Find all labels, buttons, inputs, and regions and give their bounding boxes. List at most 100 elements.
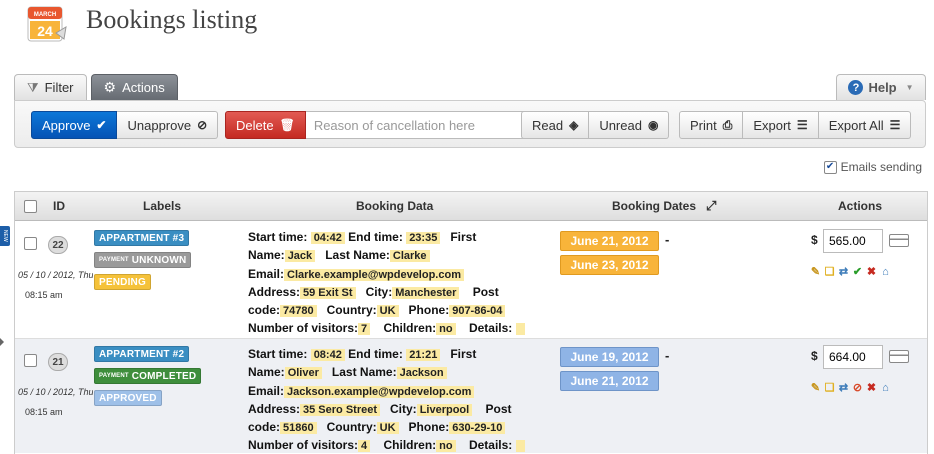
credit-card-icon[interactable] bbox=[889, 234, 909, 247]
header-booking-data: Booking Data bbox=[356, 199, 434, 213]
read-button[interactable]: Read ◈ bbox=[521, 111, 590, 139]
country: UK bbox=[376, 422, 399, 435]
change-resource-icon[interactable]: ⇄ bbox=[838, 383, 849, 394]
details bbox=[515, 440, 525, 453]
booking-data: Start time: 04:42 End time: 23:35 First … bbox=[248, 229, 538, 339]
credit-card-icon[interactable] bbox=[889, 350, 909, 363]
note-icon[interactable]: ❏ bbox=[824, 267, 835, 278]
booking-status-label[interactable]: APPROVED bbox=[94, 390, 162, 406]
address: 35 Sero Street bbox=[300, 403, 380, 416]
booking-date-end[interactable]: June 23, 2012 bbox=[560, 255, 659, 275]
help-button[interactable]: ? Help ▼ bbox=[836, 74, 926, 100]
table-row: 21 05 / 10 / 2012, Thu 08:15 am APPARTME… bbox=[15, 338, 927, 453]
header-booking-dates: Booking Dates bbox=[612, 199, 697, 213]
cost-input[interactable] bbox=[823, 229, 883, 253]
export-button[interactable]: Export ☰ bbox=[743, 111, 819, 139]
payment-request-icon[interactable]: ⌂ bbox=[880, 383, 891, 394]
list-icon: ☰ bbox=[889, 118, 901, 132]
resource-label[interactable]: APPARTMENT #2 bbox=[94, 346, 190, 362]
resource-label[interactable]: APPARTMENT #3 bbox=[94, 230, 190, 246]
country: UK bbox=[376, 305, 399, 318]
approve-button[interactable]: Approve ✔ bbox=[31, 111, 118, 139]
visitors: 4 bbox=[358, 440, 371, 453]
delete-icon[interactable]: ✖ bbox=[866, 383, 877, 394]
booking-created-date: 05 / 10 / 2012, Thu bbox=[18, 270, 93, 280]
export-all-button[interactable]: Export All ☰ bbox=[818, 111, 912, 139]
export-label: Export bbox=[753, 117, 791, 133]
details bbox=[515, 323, 525, 336]
tab-filter[interactable]: ⧩ Filter bbox=[14, 74, 87, 100]
edit-icon[interactable]: ✎ bbox=[810, 383, 821, 394]
start-time: 08:42 bbox=[310, 349, 345, 361]
ban-icon: ⊘ bbox=[197, 118, 208, 132]
row-checkbox[interactable] bbox=[24, 237, 37, 250]
last-name: Jackson bbox=[396, 367, 447, 380]
eye-icon: ◉ bbox=[647, 118, 659, 132]
delete-icon[interactable]: ✖ bbox=[866, 267, 877, 278]
calendar-month: MARCH bbox=[34, 12, 56, 18]
emails-sending-toggle[interactable]: ✔ Emails sending bbox=[823, 160, 922, 174]
booking-status-label[interactable]: PENDING bbox=[94, 274, 151, 290]
booking-data: Start time: 08:42 End time: 21:21 First … bbox=[248, 346, 538, 454]
emails-sending-checkbox[interactable]: ✔ bbox=[823, 160, 837, 174]
header-id: ID bbox=[53, 199, 65, 213]
children: no bbox=[436, 323, 456, 336]
row-checkbox[interactable] bbox=[24, 354, 37, 367]
select-all-checkbox[interactable] bbox=[24, 200, 37, 213]
note-icon[interactable]: ❏ bbox=[824, 383, 835, 394]
filter-icon: ⧩ bbox=[27, 79, 39, 95]
last-name: Clarke bbox=[389, 250, 430, 263]
payment-request-icon[interactable]: ⌂ bbox=[880, 267, 891, 278]
city: Liverpool bbox=[416, 403, 473, 416]
calendar-day: 24 bbox=[37, 23, 53, 39]
post-code: 74780 bbox=[280, 305, 317, 318]
help-label: Help bbox=[868, 80, 897, 95]
booking-date-start[interactable]: June 19, 2012 bbox=[560, 347, 659, 367]
booking-created-time: 08:15 am bbox=[25, 290, 63, 300]
read-group: Read ◈ Unread ◉ bbox=[521, 111, 670, 139]
header-labels: Labels bbox=[143, 199, 182, 213]
cost-input[interactable] bbox=[823, 345, 883, 369]
bookings-table: ID Labels Booking Data Booking Dates ⤢ A… bbox=[14, 191, 928, 454]
print-button[interactable]: Print ⎙ bbox=[679, 111, 744, 139]
unread-label: Unread bbox=[599, 117, 642, 133]
approve-icon[interactable]: ✔ bbox=[852, 267, 863, 278]
currency-symbol: $ bbox=[811, 349, 818, 363]
payment-status-label[interactable]: PAYMENT COMPLETED bbox=[94, 368, 202, 384]
city: Manchester bbox=[392, 286, 460, 299]
email: Jackson.example@wpdevelop.com bbox=[284, 385, 475, 398]
unapprove-button[interactable]: Unapprove ⊘ bbox=[117, 111, 219, 139]
read-label: Read bbox=[532, 117, 564, 133]
chevron-down-icon: ▼ bbox=[905, 83, 914, 92]
export-all-label: Export All bbox=[828, 117, 884, 133]
delete-button[interactable]: Delete 🗑 bbox=[225, 111, 306, 139]
change-resource-icon[interactable]: ⇄ bbox=[838, 267, 849, 278]
unread-button[interactable]: Unread ◉ bbox=[589, 111, 670, 139]
edit-icon[interactable]: ✎ bbox=[810, 267, 821, 278]
table-row: 22 05 / 10 / 2012, Thu 08:15 am APPARTME… bbox=[15, 222, 927, 337]
booking-date-start[interactable]: June 21, 2012 bbox=[560, 231, 659, 251]
page-title: Bookings listing bbox=[86, 5, 258, 34]
eye-slash-icon: ◈ bbox=[569, 118, 579, 132]
check-icon: ✔ bbox=[96, 118, 107, 132]
help-icon: ? bbox=[848, 80, 864, 95]
trash-icon: 🗑 bbox=[279, 118, 295, 132]
collapse-arrow-icon[interactable] bbox=[0, 338, 4, 346]
payment-status-value: COMPLETED bbox=[131, 370, 197, 382]
booking-date-end[interactable]: June 21, 2012 bbox=[560, 371, 659, 391]
phone: 907-86-04 bbox=[449, 305, 506, 318]
tab-actions[interactable]: ⚙ Actions bbox=[90, 74, 178, 100]
booking-created-date: 05 / 10 / 2012, Thu bbox=[18, 387, 93, 397]
approve-label: Approve bbox=[42, 117, 91, 133]
gears-icon: ⚙ bbox=[103, 79, 117, 95]
expand-icon[interactable]: ⤢ bbox=[706, 198, 716, 214]
email: Clarke.example@wpdevelop.com bbox=[284, 268, 464, 281]
print-label: Print bbox=[690, 117, 717, 133]
calendar-icon: MARCH 24 bbox=[26, 3, 68, 43]
payment-status-label[interactable]: PAYMENT UNKNOWN bbox=[94, 252, 192, 268]
unapprove-icon[interactable]: ⊘ bbox=[852, 383, 863, 394]
row-action-icons: ✎ ❏ ⇄ ⊘ ✖ ⌂ bbox=[810, 383, 891, 394]
date-range-dash: - bbox=[665, 348, 670, 363]
payment-prefix: PAYMENT bbox=[99, 257, 129, 263]
print-icon: ⎙ bbox=[722, 117, 733, 132]
